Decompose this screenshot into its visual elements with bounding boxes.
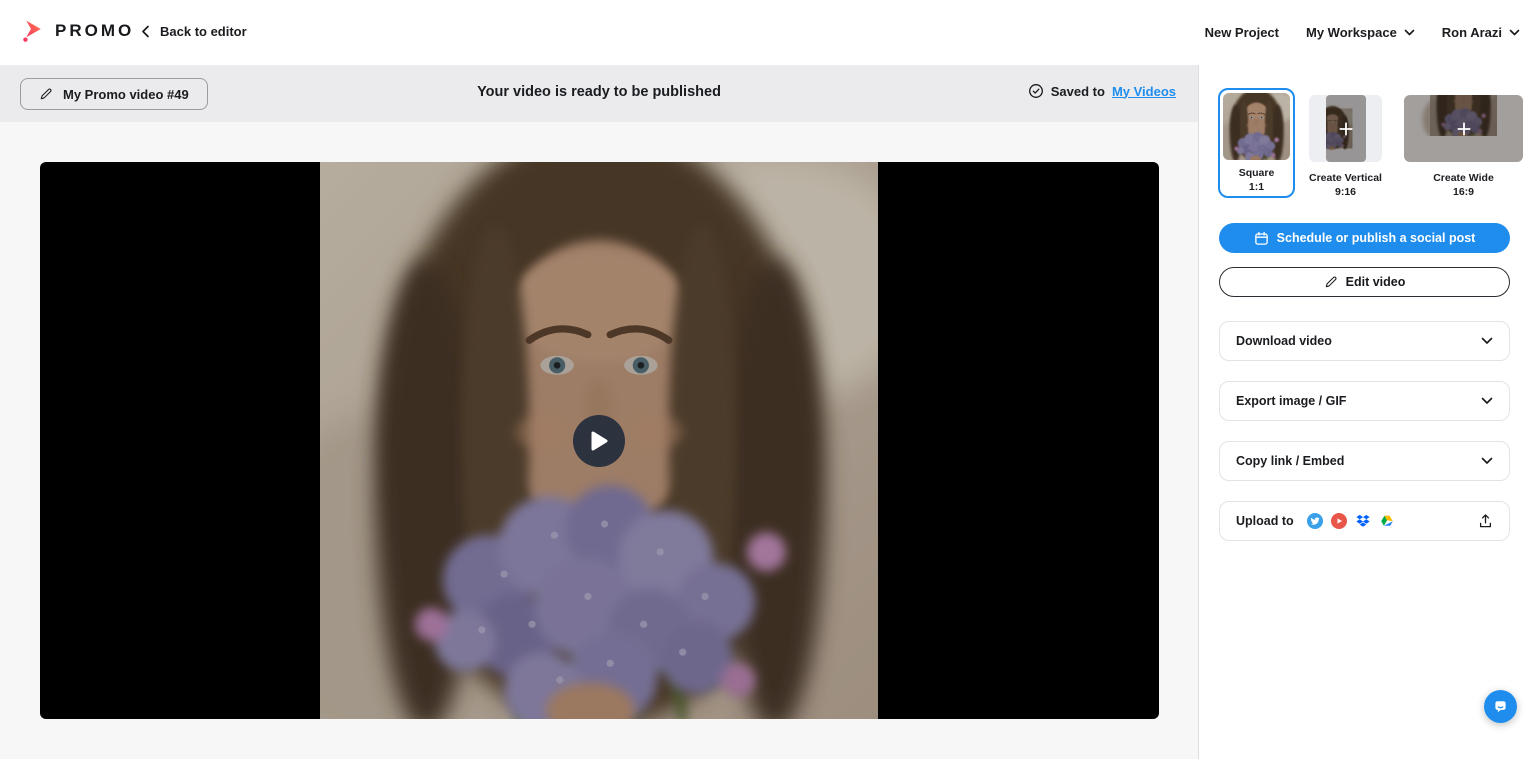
format-square-thumbnail — [1223, 93, 1290, 160]
square-thumb-art — [1223, 93, 1290, 160]
chevron-left-icon — [142, 25, 149, 38]
dropbox-icon[interactable] — [1355, 513, 1371, 529]
copy-link-embed-label: Copy link / Embed — [1236, 454, 1345, 468]
saved-prefix: Saved to — [1050, 83, 1105, 99]
chevron-down-icon — [1404, 29, 1415, 36]
export-image-gif-section[interactable]: Export image / GIF — [1219, 381, 1510, 421]
video-player[interactable] — [40, 162, 1159, 719]
saved-status: Saved to My Videos — [1028, 83, 1176, 99]
calendar-icon — [1254, 231, 1268, 245]
format-square-label: Square — [1238, 167, 1275, 179]
user-name: Ron Arazi — [1441, 25, 1502, 40]
play-button[interactable] — [573, 415, 625, 467]
format-square[interactable]: Square 1:1 — [1218, 88, 1295, 198]
chevron-down-icon — [1481, 457, 1493, 464]
preview-stage — [0, 122, 1198, 759]
format-vertical-label: Create Vertical — [1309, 172, 1382, 184]
copy-link-embed-section[interactable]: Copy link / Embed — [1219, 441, 1510, 481]
check-circle-icon — [1028, 84, 1043, 98]
twitter-icon[interactable] — [1306, 513, 1323, 529]
chevron-down-icon — [1481, 397, 1493, 404]
format-vertical-ratio: 9:16 — [1334, 186, 1356, 198]
plus-icon — [1456, 121, 1471, 136]
promo-logo[interactable]: PROMO — [19, 17, 134, 44]
upload-to-section: Upload to — [1219, 501, 1510, 541]
upload-share-button[interactable] — [1478, 513, 1493, 529]
status-banner: My Promo video #49 Your video is ready t… — [0, 65, 1198, 122]
format-wide-thumbnail — [1404, 95, 1523, 162]
download-video-section[interactable]: Download video — [1219, 321, 1510, 361]
chevron-down-icon — [1481, 337, 1493, 344]
schedule-publish-label: Schedule or publish a social post — [1276, 231, 1476, 245]
pencil-icon — [1325, 276, 1337, 288]
user-menu[interactable]: Ron Arazi — [1442, 25, 1520, 40]
my-videos-link[interactable]: My Videos — [1112, 84, 1176, 99]
back-to-editor-label: Back to editor — [160, 24, 247, 39]
promo-logo-icon — [23, 20, 41, 42]
top-nav-right: New Project My Workspace Ron Arazi — [1205, 0, 1520, 65]
format-wide-ratio: 16:9 — [1452, 186, 1474, 198]
top-nav: PROMO Back to editor New Project My Work… — [0, 0, 1536, 65]
export-image-gif-label: Export image / GIF — [1236, 394, 1347, 408]
new-project-link[interactable]: New Project — [1205, 25, 1279, 40]
back-to-editor-button[interactable]: Back to editor — [141, 24, 247, 39]
new-project-label: New Project — [1204, 25, 1279, 40]
chat-launcher-button[interactable] — [1484, 690, 1517, 723]
ready-message: Your video is ready to be published — [477, 84, 721, 100]
format-vertical-frame — [1309, 95, 1382, 162]
play-icon — [591, 431, 608, 451]
publish-sidebar: Square 1:1 Create Vertical 9:16 Create W… — [1198, 65, 1536, 759]
workspace-label: My Workspace — [1306, 25, 1397, 40]
workspace-menu[interactable]: My Workspace — [1306, 25, 1415, 40]
youtube-icon[interactable] — [1330, 513, 1347, 529]
google-drive-icon[interactable] — [1379, 513, 1395, 529]
edit-video-button[interactable]: Edit video — [1219, 267, 1510, 297]
format-create-wide[interactable]: Create Wide 16:9 — [1404, 95, 1523, 199]
chevron-down-icon — [1509, 29, 1520, 36]
format-create-vertical[interactable]: Create Vertical 9:16 — [1309, 95, 1382, 199]
chat-icon — [1495, 701, 1506, 713]
download-video-label: Download video — [1236, 334, 1332, 348]
format-square-ratio: 1:1 — [1248, 181, 1265, 193]
upload-to-label: Upload to — [1236, 514, 1294, 528]
brand-name: PROMO — [55, 20, 135, 40]
edit-video-label: Edit video — [1345, 275, 1406, 289]
schedule-publish-button[interactable]: Schedule or publish a social post — [1219, 223, 1510, 253]
upload-targets — [1306, 513, 1395, 529]
plus-icon — [1338, 121, 1353, 136]
format-wide-label: Create Wide — [1433, 172, 1494, 184]
promo-publish-page: PROMO Back to editor New Project My Work… — [0, 0, 1536, 759]
